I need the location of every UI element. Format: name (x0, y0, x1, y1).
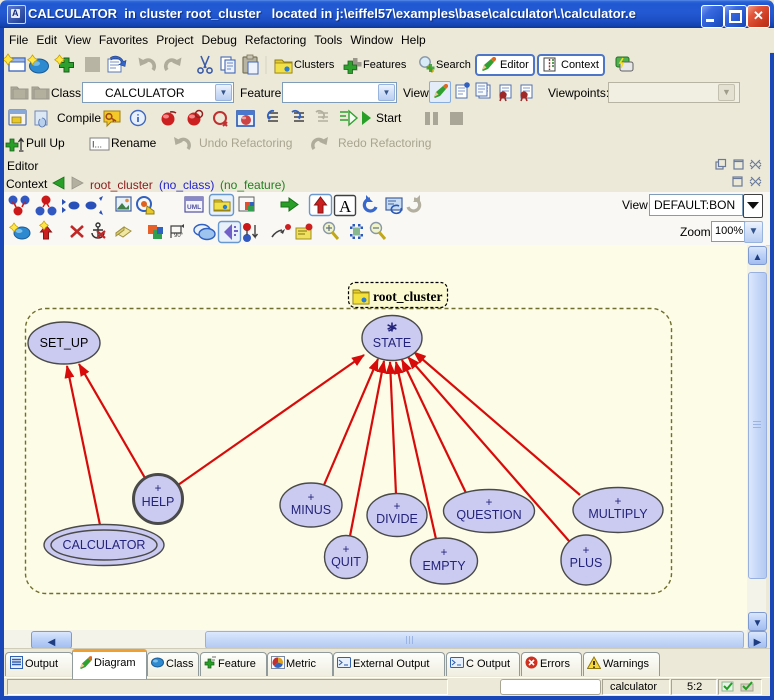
svg-text:STATE: STATE (373, 336, 411, 350)
svg-text:I...: I... (92, 140, 102, 150)
svg-text:+: + (441, 547, 448, 559)
svg-text:PLUS: PLUS (570, 556, 603, 570)
svg-text:DIVIDE: DIVIDE (376, 512, 418, 526)
svg-text:QUIT: QUIT (331, 555, 361, 569)
svg-text:EMPTY: EMPTY (422, 559, 466, 573)
svg-text:HELP: HELP (142, 495, 175, 509)
svg-text:MINUS: MINUS (291, 503, 331, 517)
svg-text:A: A (339, 197, 352, 216)
svg-text:CALCULATOR: CALCULATOR (63, 538, 146, 552)
svg-text:+: + (155, 483, 162, 495)
svg-text:UML: UML (187, 204, 201, 211)
svg-text:90°: 90° (174, 233, 184, 239)
svg-text:root_cluster: root_cluster (373, 289, 442, 304)
svg-text:QUESTION: QUESTION (456, 508, 521, 522)
svg-text:SET_UP: SET_UP (40, 336, 89, 350)
svg-text:MULTIPLY: MULTIPLY (588, 507, 648, 521)
